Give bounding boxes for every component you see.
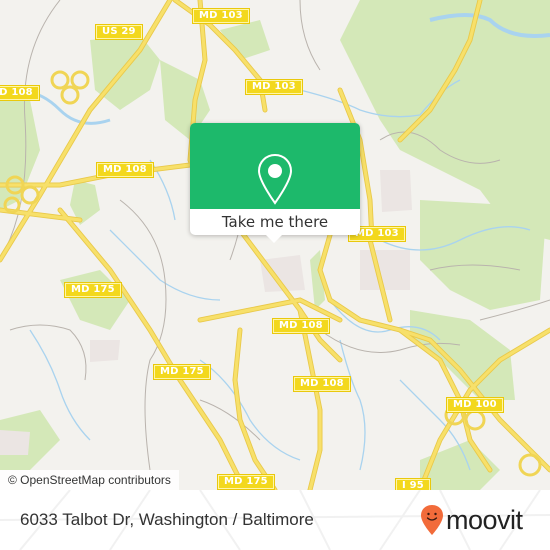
- road-label-md-108: MD 108: [96, 162, 154, 178]
- road-label-md-108: MD 108: [0, 85, 40, 101]
- osm-attribution[interactable]: © OpenStreetMap contributors: [0, 470, 179, 490]
- moovit-wordmark: moovit: [446, 504, 523, 535]
- road-label-md-175: MD 175: [153, 364, 211, 380]
- destination-popup: Take me there: [190, 123, 360, 243]
- map-tiles: [0, 0, 550, 490]
- road-label-md-100: MD 100: [446, 397, 504, 413]
- popup-header: [190, 123, 360, 209]
- road-label-md-108: MD 108: [293, 376, 351, 392]
- road-label-md-103: MD 103: [245, 79, 303, 95]
- destination-address: 6033 Talbot Dr, Washington / Baltimore: [20, 510, 314, 529]
- popup-pointer: [265, 234, 283, 243]
- road-label-md-108: MD 108: [272, 318, 330, 334]
- road-label-i-95: I 95: [395, 478, 431, 490]
- moovit-logo[interactable]: moovit: [420, 504, 523, 536]
- moovit-smile-pin-icon: [421, 505, 443, 535]
- road-label-us-29: US 29: [95, 24, 143, 40]
- footer-bar: 6033 Talbot Dr, Washington / Baltimore m…: [0, 490, 550, 550]
- road-label-md-175: MD 175: [64, 282, 122, 298]
- road-label-md-175: MD 175: [217, 474, 275, 490]
- take-me-there-button[interactable]: Take me there: [190, 209, 360, 235]
- location-pin-icon: [257, 153, 293, 205]
- road-label-md-103: MD 103: [192, 8, 250, 24]
- map-view[interactable]: US 29 MD 103 MD 103 MD 108 MD 108 MD 175…: [0, 0, 550, 490]
